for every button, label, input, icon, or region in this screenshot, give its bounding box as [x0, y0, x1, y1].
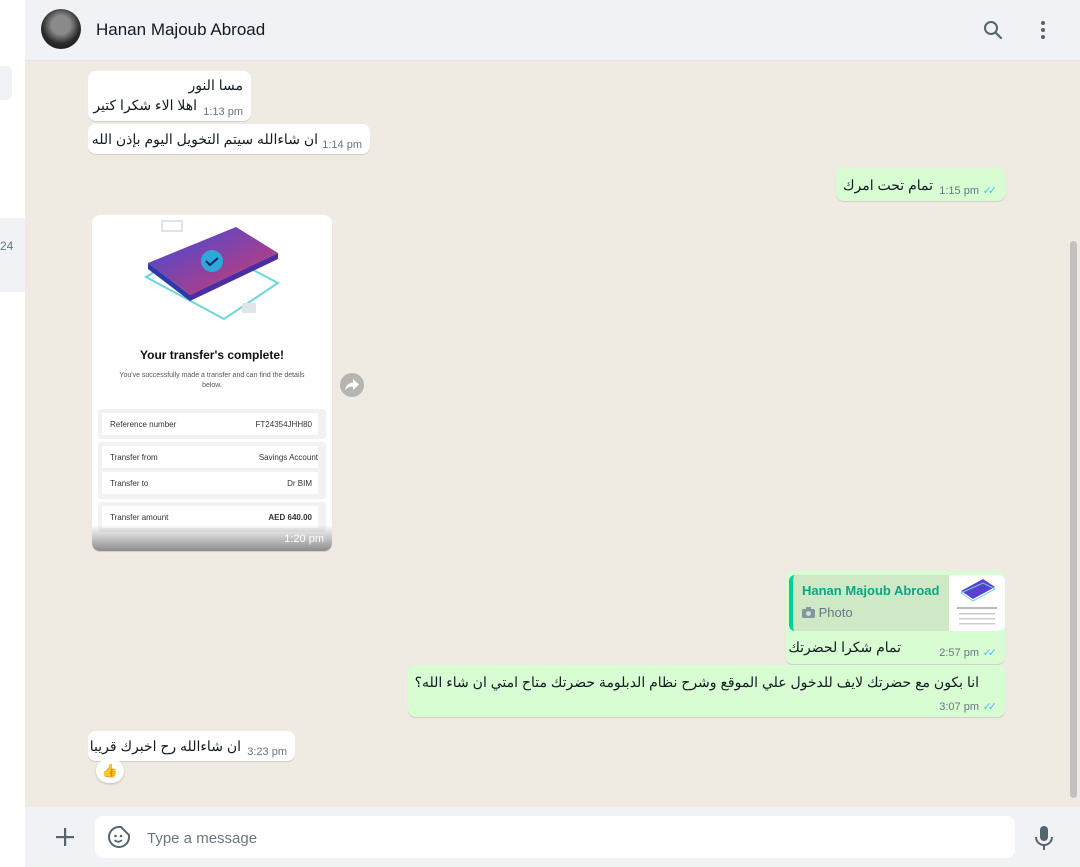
message-time: 3:23 pm — [247, 746, 287, 758]
quoted-author: Hanan Majoub Abroad — [802, 583, 940, 598]
receipt-row-label: Reference number — [110, 420, 177, 429]
receipt-title: Your transfer's complete! — [140, 348, 284, 362]
message-text: ان شاءالله سيتم التخويل اليوم بإذن الله — [91, 131, 318, 147]
message-input-box[interactable] — [95, 816, 1015, 860]
receipt-row: Transfer from Savings Account — [102, 446, 318, 469]
phone-illustration-icon — [143, 220, 280, 321]
receipt-row-value: FT24354JHH80 — [255, 420, 312, 429]
camera-icon — [802, 607, 815, 618]
message-input[interactable] — [145, 816, 989, 860]
chat-list-panel-edge: 24 — [0, 0, 26, 867]
chat-list-item-edge[interactable] — [0, 66, 12, 100]
message-text: تمام شكرا لحضرتك — [788, 639, 901, 655]
message-text: انا بكون مع حضرتك لايف للدخول علي الموقع… — [414, 674, 979, 690]
receipt-row-value: Savings Account — [258, 453, 318, 462]
sticker-icon[interactable] — [107, 825, 131, 849]
receipt-row-label: Transfer amount — [110, 513, 169, 522]
scrollbar[interactable] — [1070, 241, 1077, 798]
receipt-row-label: Transfer to — [110, 479, 149, 488]
read-ticks-icon: ✓✓ — [982, 701, 998, 713]
message-text: تمام تحت امرك — [842, 177, 933, 193]
search-icon[interactable] — [979, 16, 1007, 44]
reaction-badge[interactable]: 👍 — [96, 759, 124, 783]
receipt-row-label: Transfer from — [110, 453, 158, 462]
chat-list-partial-text: 24 — [0, 239, 14, 253]
message-text: ان شاءالله رح اخبرك قريبا — [89, 738, 241, 754]
chat-list-item-selected-edge[interactable] — [0, 218, 25, 292]
message-text: اهلا الاء شكرا كتير — [93, 97, 197, 113]
quoted-type-label: Photo — [818, 605, 853, 620]
menu-icon[interactable] — [1029, 16, 1057, 44]
message-time: 2:57 pm — [939, 647, 979, 659]
forward-icon[interactable] — [340, 373, 364, 397]
message-time: 1:15 pm — [939, 185, 979, 197]
message-time: 1:13 pm — [203, 106, 243, 118]
read-ticks-icon: ✓✓ — [982, 647, 998, 659]
message-incoming[interactable]: مسا النور اهلا الاء شكرا كتير 1:13 pm — [88, 71, 251, 121]
message-time: 1:14 pm — [322, 139, 362, 151]
attach-plus-icon[interactable] — [51, 823, 79, 851]
receipt-row-value: Dr BIM — [287, 479, 312, 488]
receipt-box: Transfer from Savings Account Transfer t… — [98, 442, 326, 499]
read-ticks-icon: ✓✓ — [982, 185, 998, 197]
contact-name[interactable]: Hanan Majoub Abroad — [96, 20, 265, 40]
message-outgoing[interactable]: Hanan Majoub Abroad Photo تمام شكرا لحضر… — [785, 571, 1005, 664]
message-incoming[interactable]: ان شاءالله سيتم التخويل اليوم بإذن الله … — [88, 124, 370, 154]
quoted-type: Photo — [802, 605, 853, 620]
message-outgoing[interactable]: تمام تحت امرك 1:15 pm ✓✓ — [836, 168, 1005, 201]
message-incoming[interactable]: ان شاءالله رح اخبرك قريبا 3:23 pm — [88, 731, 295, 761]
message-time: 3:07 pm — [939, 701, 979, 713]
receipt-box: Reference number FT24354JHH80 — [98, 409, 326, 439]
quoted-thumbnail — [949, 575, 1005, 631]
receipt-subtitle: You've successfully made a transfer and … — [119, 372, 305, 389]
receipt-row: Transfer to Dr BIM — [102, 472, 318, 494]
microphone-icon[interactable] — [1032, 825, 1056, 851]
receipt-row: Reference number FT24354JHH80 — [102, 413, 318, 435]
message-time: 1:20 pm — [284, 533, 324, 545]
message-outgoing[interactable]: انا بكون مع حضرتك لايف للدخول علي الموقع… — [408, 665, 1005, 717]
message-text: مسا النور — [188, 77, 243, 93]
receipt-row-value: AED 640.00 — [268, 513, 312, 522]
message-image[interactable]: Your transfer's complete! You've success… — [92, 215, 332, 551]
quoted-message[interactable]: Hanan Majoub Abroad Photo — [789, 575, 1005, 631]
chat-header: Hanan Majoub Abroad — [25, 0, 1080, 61]
composer — [25, 807, 1080, 867]
message-list[interactable]: مسا النور اهلا الاء شكرا كتير 1:13 pm ان… — [25, 61, 1080, 807]
avatar[interactable] — [41, 9, 81, 49]
